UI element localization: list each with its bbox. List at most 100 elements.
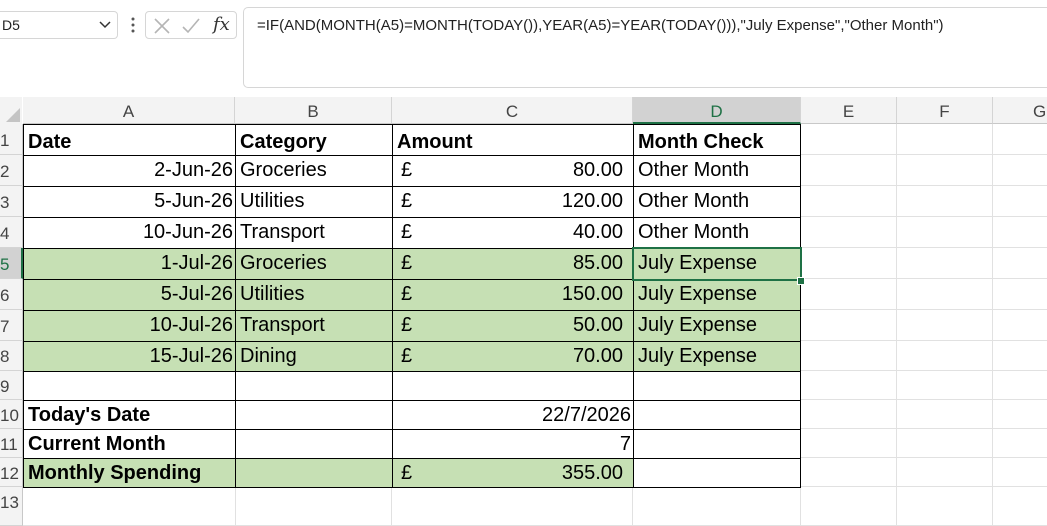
- empty-cell[interactable]: [801, 429, 897, 458]
- name-box[interactable]: D5: [0, 11, 118, 39]
- cell-month-check[interactable]: July Expense: [633, 341, 801, 372]
- empty-cell[interactable]: [23, 487, 236, 526]
- empty-cell[interactable]: [993, 429, 1047, 458]
- empty-cell[interactable]: [633, 371, 801, 401]
- cell-date[interactable]: 10-Jun-26: [23, 217, 236, 249]
- row-header-12[interactable]: 12: [0, 458, 23, 487]
- empty-cell[interactable]: [235, 429, 393, 459]
- empty-cell[interactable]: [235, 400, 393, 430]
- empty-cell[interactable]: [801, 186, 897, 217]
- empty-cell[interactable]: [801, 279, 897, 310]
- formula-input[interactable]: =IF(AND(MONTH(A5)=MONTH(TODAY()),YEAR(A5…: [243, 7, 1047, 88]
- row-header-6[interactable]: 6: [0, 279, 23, 310]
- empty-cell[interactable]: [801, 310, 897, 341]
- empty-cell[interactable]: [801, 371, 897, 400]
- cell-month-check[interactable]: Other Month: [633, 186, 801, 218]
- empty-cell[interactable]: [235, 458, 393, 488]
- empty-cell[interactable]: [897, 186, 993, 217]
- cell-amount[interactable]: £50.00: [392, 310, 634, 342]
- empty-cell[interactable]: [633, 400, 801, 430]
- empty-cell[interactable]: [897, 429, 993, 458]
- column-header-f[interactable]: F: [897, 97, 993, 124]
- empty-cell[interactable]: [993, 155, 1047, 186]
- empty-cell[interactable]: [993, 487, 1047, 526]
- cell-month-check[interactable]: July Expense: [633, 248, 801, 280]
- column-header-d[interactable]: D: [633, 97, 801, 124]
- cell-category[interactable]: Transport: [235, 310, 393, 342]
- column-header-e[interactable]: E: [801, 97, 897, 124]
- empty-cell[interactable]: [993, 400, 1047, 429]
- cell-amount[interactable]: £85.00: [392, 248, 634, 280]
- header-amount[interactable]: Amount: [392, 124, 634, 156]
- empty-cell[interactable]: [993, 248, 1047, 279]
- enter-check-icon[interactable]: [181, 17, 201, 35]
- row-header-1[interactable]: 1: [0, 124, 23, 155]
- more-options-icon[interactable]: [129, 13, 137, 37]
- cell-date[interactable]: 5-Jun-26: [23, 186, 236, 218]
- empty-cell[interactable]: [392, 487, 633, 526]
- empty-cell[interactable]: [897, 279, 993, 310]
- row-header-7[interactable]: 7: [0, 310, 23, 341]
- cell-month-check[interactable]: July Expense: [633, 279, 801, 311]
- cell-date[interactable]: 1-Jul-26: [23, 248, 236, 280]
- empty-cell[interactable]: [897, 155, 993, 186]
- value-todays-date[interactable]: 22/7/2026: [392, 400, 634, 430]
- column-header-b[interactable]: B: [235, 97, 392, 124]
- empty-cell[interactable]: [993, 124, 1047, 155]
- empty-cell[interactable]: [897, 217, 993, 248]
- cancel-icon[interactable]: [153, 17, 171, 35]
- empty-cell[interactable]: [993, 217, 1047, 248]
- row-header-10[interactable]: 10: [0, 400, 23, 429]
- cell-month-check[interactable]: July Expense: [633, 310, 801, 342]
- row-header-3[interactable]: 3: [0, 186, 23, 217]
- empty-cell[interactable]: [633, 458, 801, 488]
- row-header-4[interactable]: 4: [0, 217, 23, 248]
- empty-cell[interactable]: [993, 310, 1047, 341]
- cell-category[interactable]: Groceries: [235, 248, 393, 280]
- cell-amount[interactable]: £120.00: [392, 186, 634, 218]
- row-header-11[interactable]: 11: [0, 429, 23, 458]
- cell-month-check[interactable]: Other Month: [633, 155, 801, 187]
- cell-date[interactable]: 15-Jul-26: [23, 341, 236, 372]
- cell-category[interactable]: Groceries: [235, 155, 393, 187]
- cell-month-check[interactable]: Other Month: [633, 217, 801, 249]
- empty-cell[interactable]: [801, 124, 897, 155]
- row-header-2[interactable]: 2: [0, 155, 23, 186]
- value-current-month[interactable]: 7: [392, 429, 634, 459]
- empty-cell[interactable]: [897, 400, 993, 429]
- cell-category[interactable]: Utilities: [235, 279, 393, 311]
- empty-cell[interactable]: [993, 279, 1047, 310]
- empty-cell[interactable]: [801, 217, 897, 248]
- empty-cell[interactable]: [897, 458, 993, 487]
- empty-cell[interactable]: [23, 371, 236, 401]
- header-category[interactable]: Category: [235, 124, 393, 156]
- empty-cell[interactable]: [801, 155, 897, 186]
- empty-cell[interactable]: [993, 341, 1047, 371]
- empty-cell[interactable]: [897, 124, 993, 155]
- cell-date[interactable]: 2-Jun-26: [23, 155, 236, 187]
- empty-cell[interactable]: [235, 487, 392, 526]
- empty-cell[interactable]: [897, 248, 993, 279]
- empty-cell[interactable]: [235, 371, 393, 401]
- empty-cell[interactable]: [801, 400, 897, 429]
- empty-cell[interactable]: [801, 248, 897, 279]
- empty-cell[interactable]: [897, 310, 993, 341]
- column-header-g[interactable]: G: [993, 97, 1047, 124]
- cell-category[interactable]: Dining: [235, 341, 393, 372]
- row-header-13[interactable]: 13: [0, 487, 23, 526]
- row-header-9[interactable]: 9: [0, 371, 23, 400]
- fill-handle[interactable]: [797, 277, 805, 285]
- empty-cell[interactable]: [392, 371, 634, 401]
- chevron-down-icon[interactable]: [99, 20, 111, 30]
- empty-cell[interactable]: [993, 458, 1047, 487]
- label-todays-date[interactable]: Today's Date: [23, 400, 236, 430]
- empty-cell[interactable]: [897, 371, 993, 400]
- cell-amount[interactable]: £80.00: [392, 155, 634, 187]
- row-header-5[interactable]: 5: [0, 248, 23, 279]
- empty-cell[interactable]: [993, 186, 1047, 217]
- cell-amount[interactable]: £40.00: [392, 217, 634, 249]
- empty-cell[interactable]: [993, 371, 1047, 400]
- cell-date[interactable]: 5-Jul-26: [23, 279, 236, 311]
- header-month-check[interactable]: Month Check: [633, 124, 801, 156]
- insert-function-icon[interactable]: fx: [213, 14, 230, 35]
